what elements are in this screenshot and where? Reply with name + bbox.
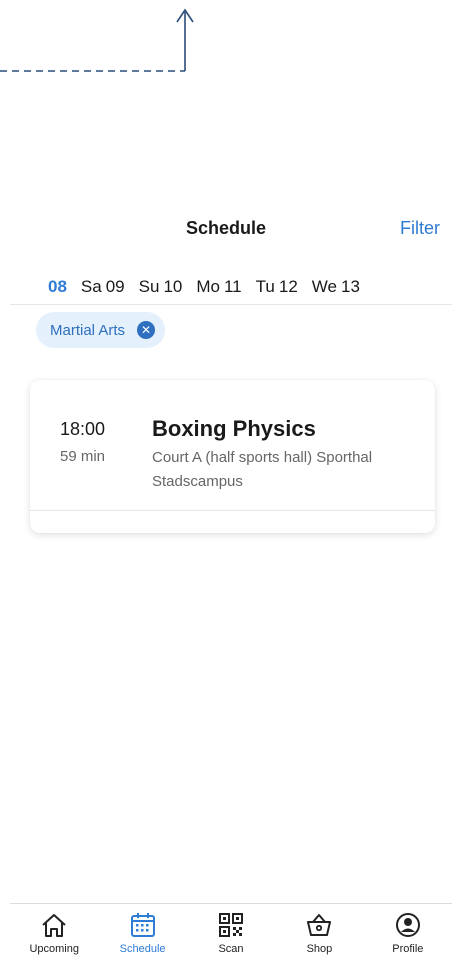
tab-scan[interactable]: Scan (187, 904, 275, 959)
tab-schedule[interactable]: Schedule (98, 904, 186, 959)
tab-label: Upcoming (29, 943, 79, 955)
tab-upcoming[interactable]: Upcoming (10, 904, 98, 959)
date-day: 09 (105, 277, 125, 296)
tab-shop[interactable]: Shop (275, 904, 363, 959)
date-strip-divider (10, 304, 452, 305)
date-day: 13 (340, 277, 360, 296)
class-duration: 59 min (60, 448, 106, 465)
date-weekday: Tu (255, 277, 275, 296)
date-item[interactable]: Tu 12 (256, 277, 298, 297)
calendar-icon (130, 913, 155, 937)
filter-chip[interactable]: Martial Arts ✕ (36, 312, 166, 348)
guide-overlay (0, 8, 194, 72)
home-icon (42, 914, 66, 937)
tab-profile[interactable]: Profile (364, 904, 452, 959)
date-weekday: Su (138, 277, 160, 296)
tab-bar: Upcoming Schedule Scan Shop Profile (10, 903, 452, 959)
class-location: Court A (half sports hall) Sporthal Stad… (152, 449, 373, 490)
date-day: 08 (48, 277, 67, 296)
date-item[interactable]: We 13 (312, 277, 360, 297)
card-divider (30, 510, 435, 511)
date-item[interactable]: Mo 11 (196, 277, 241, 297)
tab-label: Schedule (119, 943, 166, 955)
date-item[interactable]: 08 (48, 277, 67, 297)
filter-button[interactable]: Filter (400, 218, 440, 239)
header: Schedule Filter (0, 212, 452, 244)
qr-code-icon (219, 913, 244, 937)
date-weekday: We (311, 277, 337, 296)
basket-icon (307, 914, 332, 936)
date-day: 11 (223, 277, 242, 296)
class-name: Boxing Physics (152, 416, 316, 441)
date-day: 12 (278, 277, 298, 296)
date-day: 10 (163, 277, 183, 296)
class-time: 18:00 (60, 419, 106, 439)
filter-chip-label: Martial Arts (50, 321, 126, 339)
date-weekday: Mo (196, 277, 220, 296)
date-weekday: Sa (80, 277, 102, 296)
date-item[interactable]: Sa 09 (81, 277, 125, 297)
profile-icon (395, 913, 420, 937)
page-title: Schedule (185, 218, 267, 238)
tab-label: Shop (306, 943, 333, 955)
date-item[interactable]: Su 10 (139, 277, 183, 297)
tab-label: Profile (392, 943, 424, 955)
tab-label: Scan (218, 943, 244, 955)
date-strip[interactable]: 08 Sa 09 Su 10 Mo 11 Tu 12 We 13 (48, 272, 452, 302)
close-circle-icon[interactable]: ✕ (137, 321, 156, 339)
class-card[interactable]: 18:00 59 min Boxing Physics Court A (hal… (30, 380, 435, 533)
